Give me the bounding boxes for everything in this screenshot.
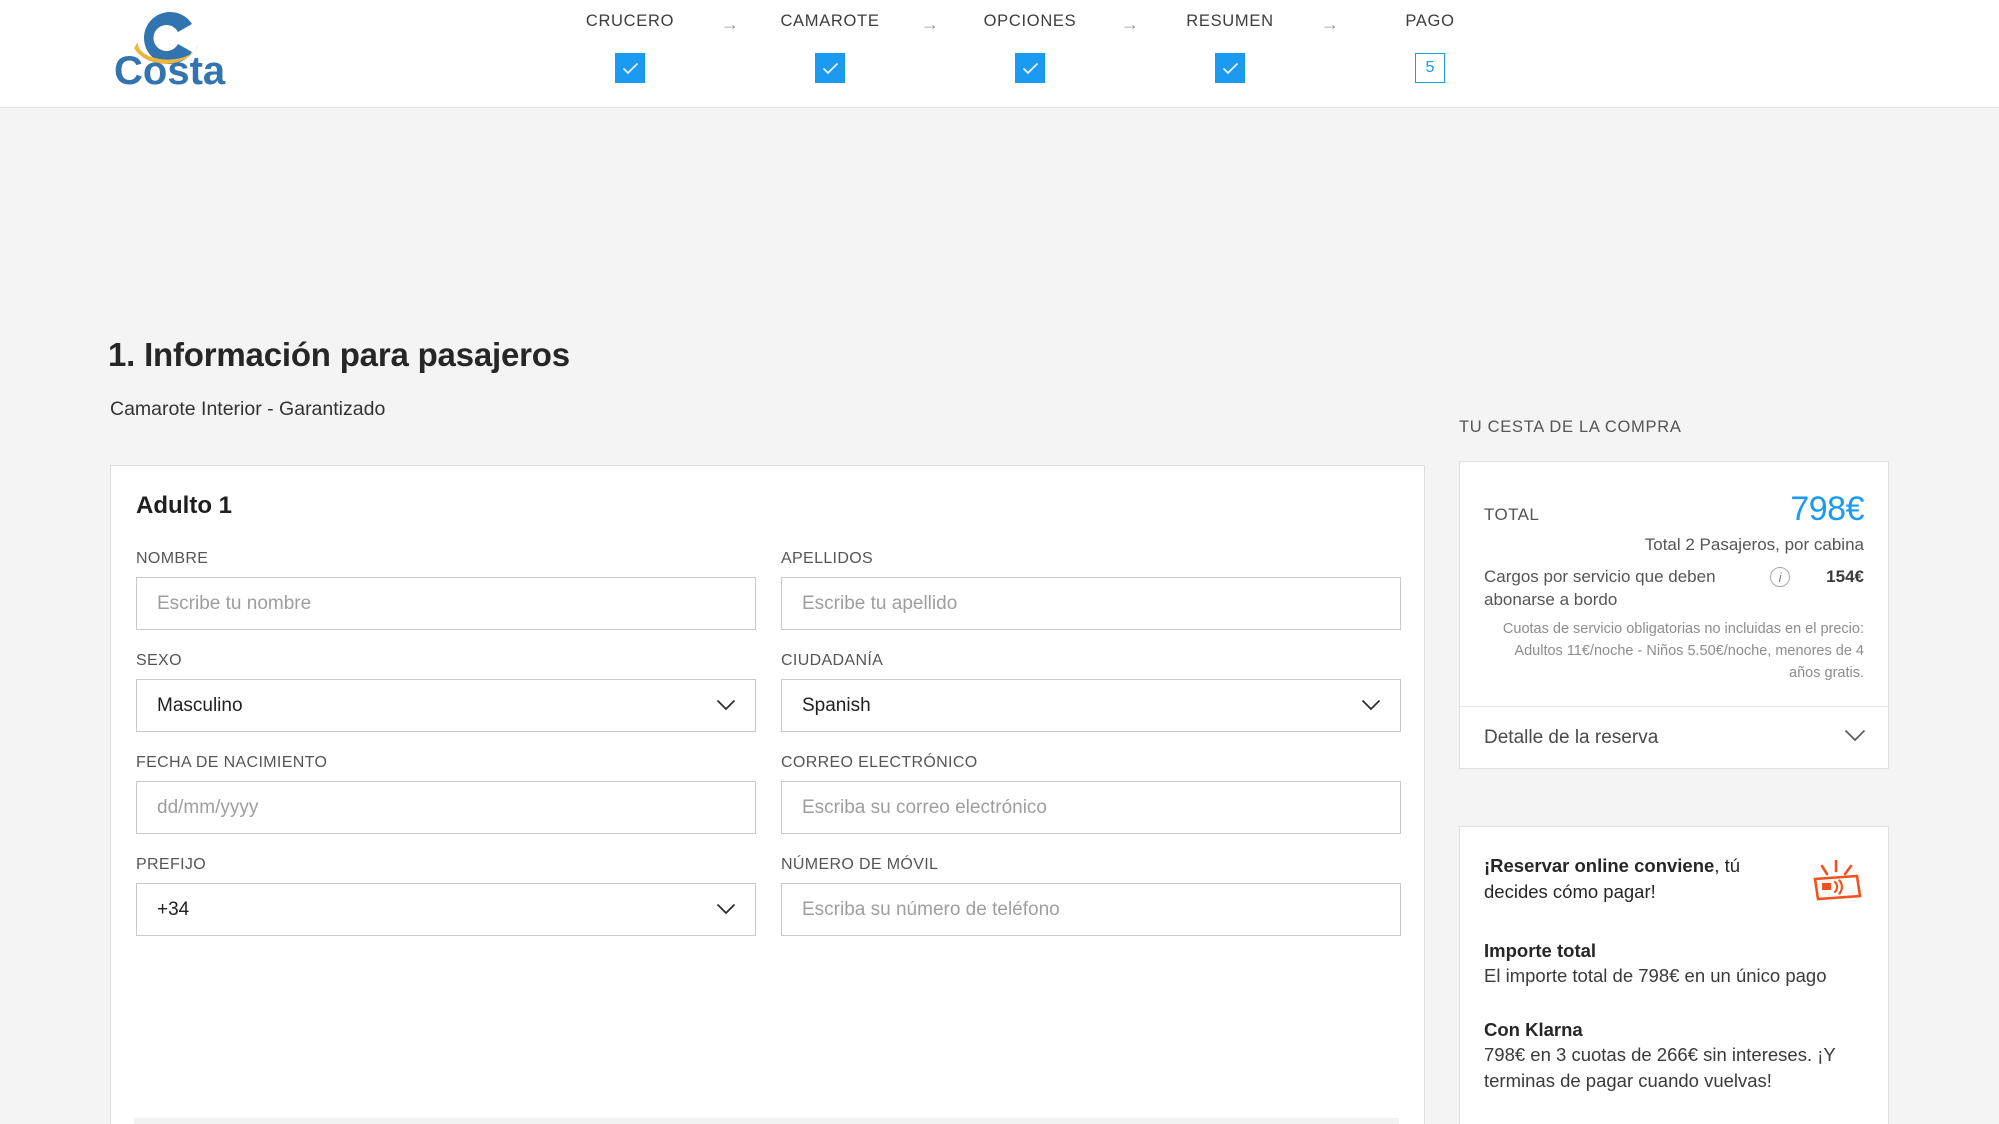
privacy-notice: ¡Hola! ¿Podemos seguir en contacto? Cost… xyxy=(134,1118,1399,1124)
promo-block-importe: Importe total El importe total de 798€ e… xyxy=(1484,940,1864,989)
field-ciudadania: CIUDADANÍA Spanish xyxy=(781,652,1401,732)
step-check-icon xyxy=(815,53,845,83)
promo-block-title: Con Klarna xyxy=(1484,1018,1583,1040)
chevron-down-icon xyxy=(716,695,736,717)
field-label: CORREO ELECTRÓNICO xyxy=(781,754,978,771)
chevron-down-icon xyxy=(1844,729,1866,747)
promo-headline-bold: ¡Reservar online conviene xyxy=(1484,855,1715,876)
step-arrow-icon: → xyxy=(1321,14,1339,34)
ciudadania-select[interactable]: Spanish xyxy=(781,679,1401,732)
svg-text:Costa: Costa xyxy=(114,49,226,90)
page-title: 1. Información para pasajeros xyxy=(108,336,570,373)
nombre-input[interactable]: Escribe tu nombre xyxy=(136,577,756,630)
cart-total-value: 798€ xyxy=(1790,490,1864,528)
field-nombre: NOMBRE Escribe tu nombre xyxy=(136,550,756,630)
cart-card: TOTAL 798€ Total 2 Pasajeros, por cabina… xyxy=(1459,461,1889,770)
field-prefijo: PREFIJO +34 xyxy=(136,856,756,936)
cart-summary: TOTAL 798€ Total 2 Pasajeros, por cabina… xyxy=(1460,462,1888,706)
field-value: Spanish xyxy=(802,694,871,716)
field-placeholder: Escriba su número de teléfono xyxy=(802,898,1060,920)
step-opciones[interactable]: OPCIONES xyxy=(960,0,1100,83)
cart-total-row: TOTAL 798€ xyxy=(1484,490,1864,529)
field-label: NÚMERO DE MÓVIL xyxy=(781,856,939,873)
field-placeholder: Escriba su correo electrónico xyxy=(802,796,1047,818)
field-fecha-nacimiento: FECHA DE NACIMIENTO dd/mm/yyyy xyxy=(136,754,756,834)
field-apellidos: APELLIDOS Escribe tu apellido xyxy=(781,550,1401,630)
cart-service-note: Cuotas de servicio obligatorias no inclu… xyxy=(1502,621,1864,682)
sexo-select[interactable]: Masculino xyxy=(136,679,756,732)
step-label: RESUMEN xyxy=(1186,12,1274,30)
step-camarote[interactable]: CAMAROTE xyxy=(760,0,900,83)
contactless-card-icon xyxy=(1808,853,1864,910)
passenger-fields-grid: NOMBRE Escribe tu nombre APELLIDOS Escri… xyxy=(136,550,1401,936)
info-icon[interactable]: i xyxy=(1770,567,1791,587)
step-label: OPCIONES xyxy=(983,12,1077,30)
step-check-icon xyxy=(1015,53,1045,83)
field-movil: NÚMERO DE MÓVIL Escriba su número de tel… xyxy=(781,856,1401,936)
page-body: 1. Información para pasajeros Camarote I… xyxy=(0,108,1999,1124)
cart-service-text: Cargos por servicio que deben abonarse a… xyxy=(1484,567,1716,610)
chevron-down-icon xyxy=(716,899,736,921)
page-subtitle: Camarote Interior - Garantizado xyxy=(110,398,386,420)
booking-detail-toggle[interactable]: Detalle de la reserva xyxy=(1460,706,1888,768)
step-resumen[interactable]: RESUMEN xyxy=(1160,0,1300,83)
fecha-nacimiento-input[interactable]: dd/mm/yyyy xyxy=(136,781,756,834)
field-label: NOMBRE xyxy=(136,550,209,567)
step-arrow-icon: → xyxy=(921,14,939,34)
step-check-icon xyxy=(1215,53,1245,83)
checkout-stepper: CRUCERO → CAMAROTE → OPCIONES → RESUMEN xyxy=(560,0,1500,108)
site-header: Costa CRUCERO → CAMAROTE → OPCIONES → RE… xyxy=(0,0,1999,108)
movil-input[interactable]: Escriba su número de teléfono xyxy=(781,883,1401,936)
promo-headline: ¡Reservar online conviene, tú decides có… xyxy=(1484,853,1774,906)
promo-block-text: 798€ en 3 cuotas de 266€ sin intereses. … xyxy=(1484,1043,1836,1091)
step-label: CAMAROTE xyxy=(780,12,880,30)
field-placeholder: Escribe tu apellido xyxy=(802,592,958,614)
apellidos-input[interactable]: Escribe tu apellido xyxy=(781,577,1401,630)
chevron-down-icon xyxy=(1361,695,1381,717)
payment-promo-card: ¡Reservar online conviene, tú decides có… xyxy=(1459,826,1889,1124)
field-label: APELLIDOS xyxy=(781,550,874,567)
field-label: PREFIJO xyxy=(136,856,207,873)
promo-block-title: Importe total xyxy=(1484,940,1597,961)
step-pago[interactable]: PAGO 5 xyxy=(1360,0,1500,83)
passenger-form-card: Adulto 1 NOMBRE Escribe tu nombre APELLI… xyxy=(110,465,1425,1124)
correo-input[interactable]: Escriba su correo electrónico xyxy=(781,781,1401,834)
prefijo-select[interactable]: +34 xyxy=(136,883,756,936)
step-arrow-icon: → xyxy=(721,14,739,34)
promo-block-klarna: Con Klarna 798€ en 3 cuotas de 266€ sin … xyxy=(1484,1019,1864,1094)
step-label: PAGO xyxy=(1405,12,1455,30)
field-label: CIUDADANÍA xyxy=(781,652,884,669)
cart-total-sub: Total 2 Pasajeros, por cabina xyxy=(1644,535,1864,554)
cart-heading: TU CESTA DE LA COMPRA xyxy=(1459,418,1682,436)
step-arrow-icon: → xyxy=(1121,14,1139,34)
field-label: FECHA DE NACIMIENTO xyxy=(136,754,328,771)
field-placeholder: dd/mm/yyyy xyxy=(157,796,259,818)
booking-detail-label: Detalle de la reserva xyxy=(1484,726,1659,748)
step-label: CRUCERO xyxy=(585,12,675,30)
step-crucero[interactable]: CRUCERO xyxy=(560,0,700,83)
field-value: +34 xyxy=(157,898,190,920)
costa-logo[interactable]: Costa xyxy=(108,8,226,93)
field-sexo: SEXO Masculino xyxy=(136,652,756,732)
field-label: SEXO xyxy=(136,652,182,669)
field-correo: CORREO ELECTRÓNICO Escriba su correo ele… xyxy=(781,754,1401,834)
cart-service-amount: 154€ xyxy=(1826,567,1864,586)
cart-service-row: Cargos por servicio que deben abonarse a… xyxy=(1484,565,1864,611)
step-check-icon xyxy=(615,53,645,83)
cart-total-label: TOTAL xyxy=(1484,505,1540,524)
step-number-badge: 5 xyxy=(1415,53,1445,83)
promo-header: ¡Reservar online conviene, tú decides có… xyxy=(1484,853,1864,910)
field-value: Masculino xyxy=(157,694,243,716)
passenger-card-title: Adulto 1 xyxy=(136,492,232,519)
promo-block-text: El importe total de 798€ en un único pag… xyxy=(1484,965,1827,986)
field-placeholder: Escribe tu nombre xyxy=(157,592,312,614)
